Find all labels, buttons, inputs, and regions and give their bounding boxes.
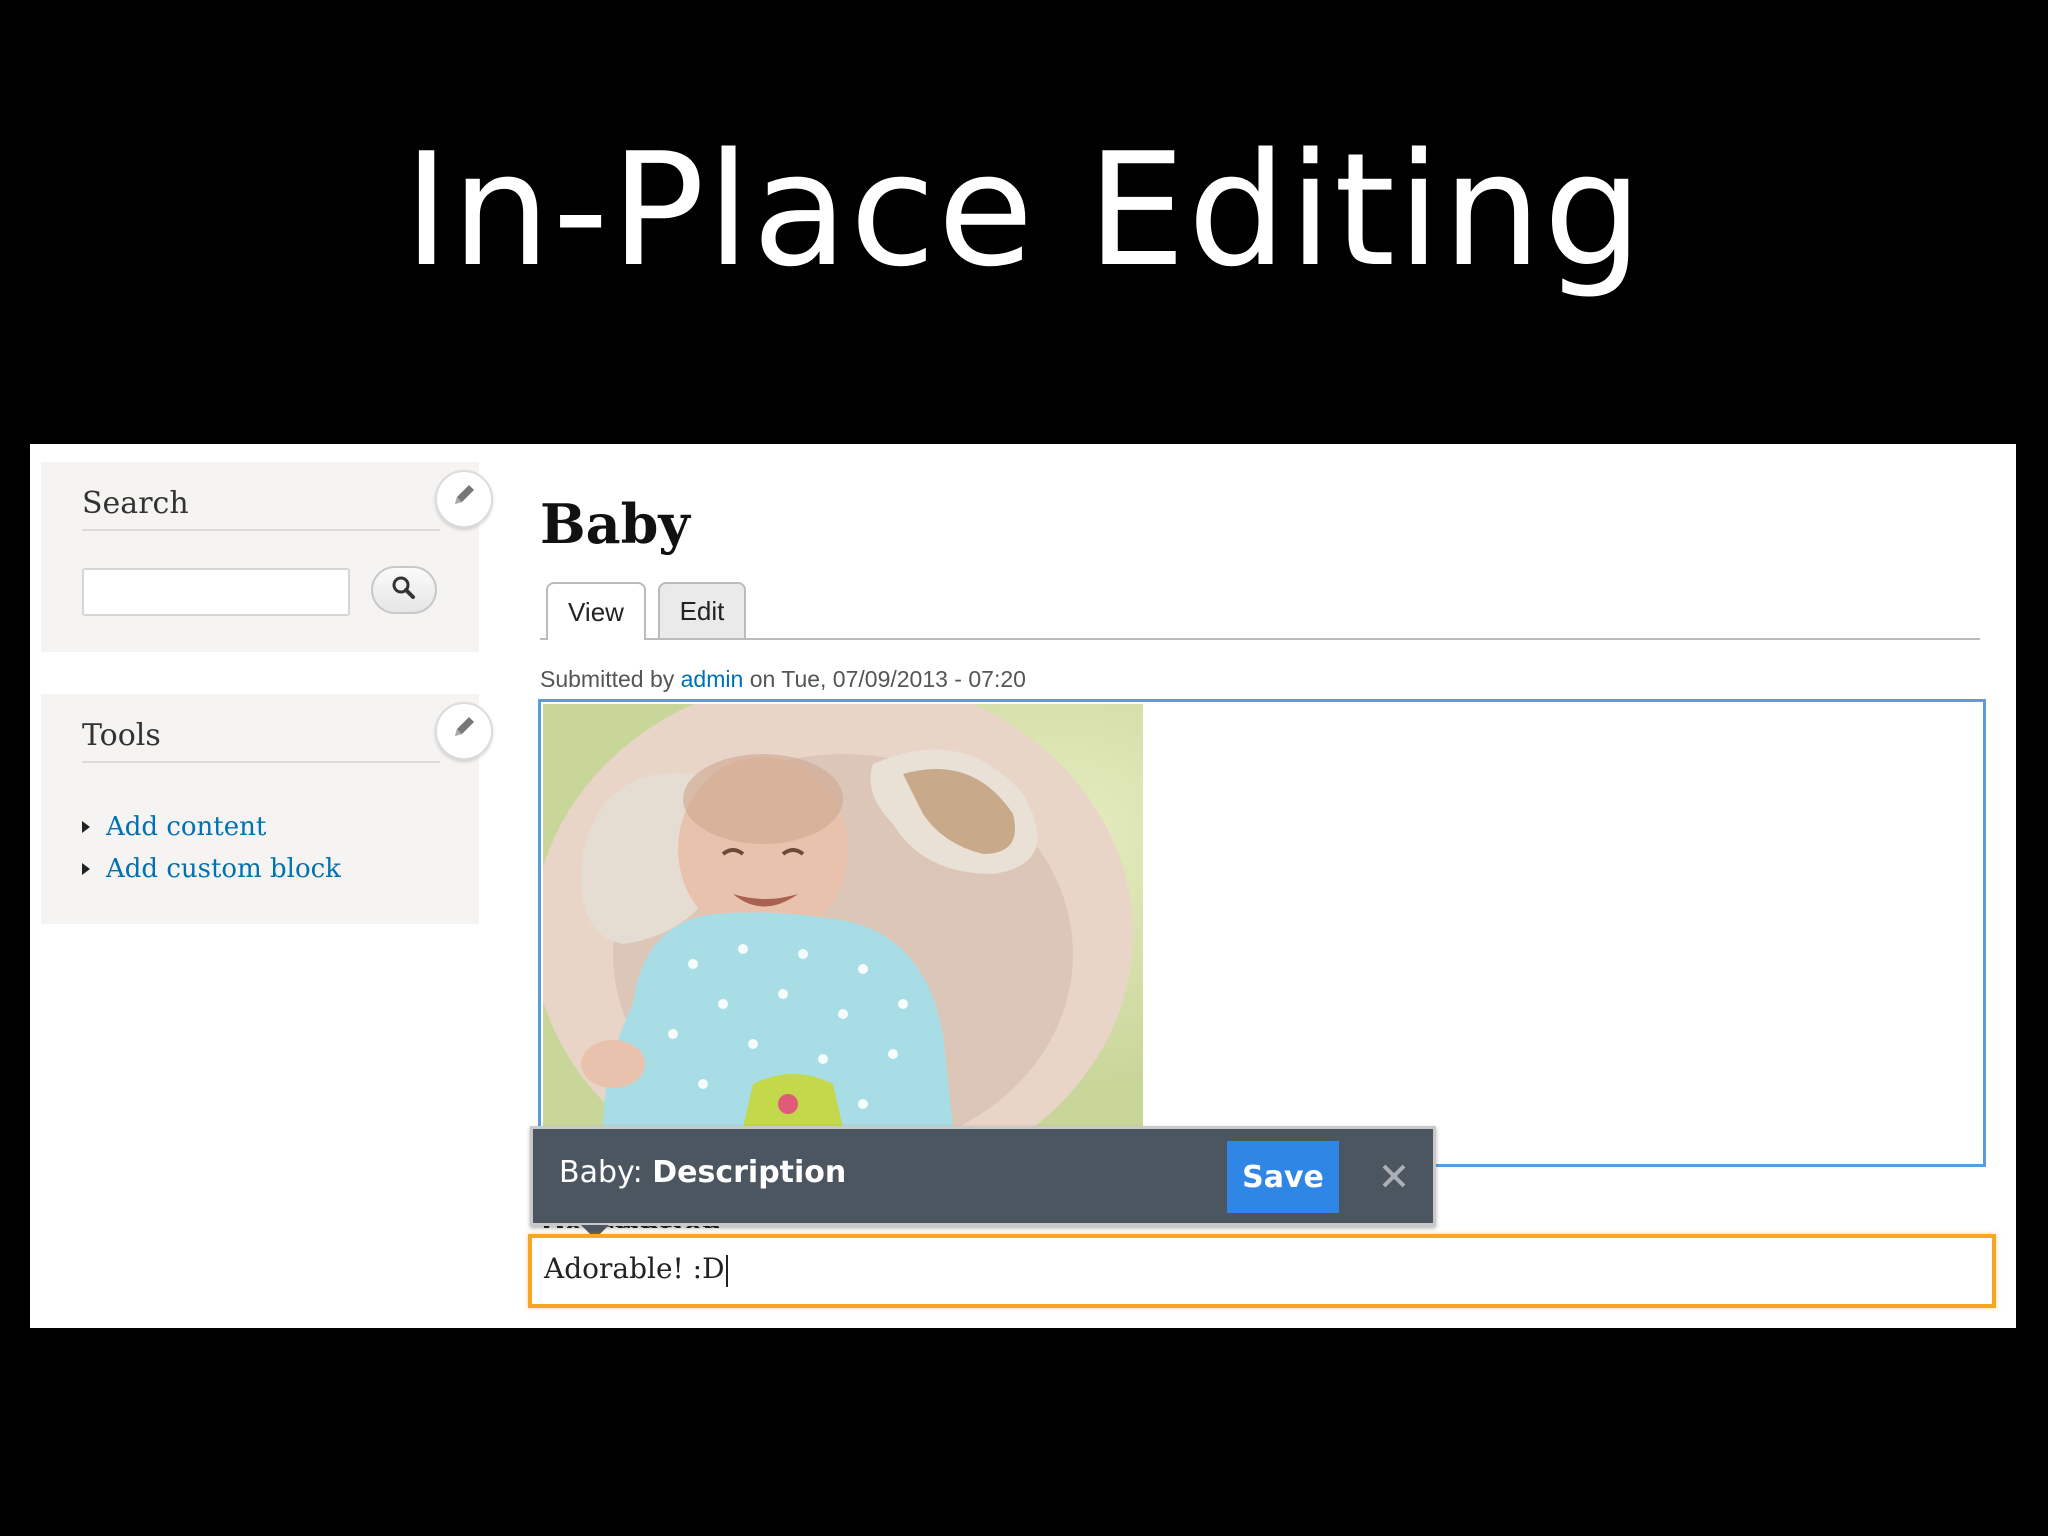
submitted-prefix: Submitted by <box>540 666 675 692</box>
tools-item-label[interactable]: Add custom block <box>106 848 341 890</box>
baby-photo <box>543 704 1143 1128</box>
page-title: Baby <box>540 492 690 556</box>
save-button[interactable]: Save <box>1227 1141 1339 1213</box>
close-button[interactable] <box>1369 1149 1419 1205</box>
tools-block-edit-button[interactable] <box>435 702 493 760</box>
search-block-title: Search <box>82 486 440 531</box>
bullet-triangle-icon <box>82 821 90 833</box>
search-button[interactable] <box>371 566 437 614</box>
tools-list: Add content Add custom block <box>82 806 341 890</box>
drupal-page-screenshot: Search Tools Add content Add custom bloc… <box>30 444 2016 1328</box>
submitted-date: on Tue, 07/09/2013 - 07:20 <box>749 666 1026 692</box>
pencil-icon <box>449 712 479 750</box>
search-block: Search <box>41 462 493 652</box>
tabs: View Edit <box>540 582 1980 640</box>
tools-item-add-content[interactable]: Add content <box>82 806 341 848</box>
search-icon <box>391 575 417 605</box>
description-editor[interactable]: Adorable! :D <box>528 1234 1996 1308</box>
toolbar-label: Baby: Description <box>559 1155 846 1190</box>
close-icon <box>1380 1154 1408 1200</box>
submitted-info: Submitted by admin on Tue, 07/09/2013 - … <box>540 666 1026 693</box>
toolbar-field-label: Description <box>652 1155 847 1190</box>
tools-block: Tools Add content Add custom block <box>41 694 493 924</box>
slide-title: In-Place Editing <box>403 119 1645 301</box>
tab-view[interactable]: View <box>546 582 646 640</box>
tools-block-title: Tools <box>82 718 440 763</box>
in-place-edit-toolbar: Baby: Description Save <box>530 1126 1436 1239</box>
toolbar-entity-label: Baby: <box>559 1155 643 1190</box>
text-caret <box>725 1254 728 1287</box>
description-text[interactable]: Adorable! :D <box>544 1252 728 1287</box>
tools-item-add-custom-block[interactable]: Add custom block <box>82 848 341 890</box>
search-input[interactable] <box>82 568 350 616</box>
description-value[interactable]: Adorable! :D <box>544 1252 725 1285</box>
search-block-edit-button[interactable] <box>435 470 493 528</box>
author-link[interactable]: admin <box>681 666 744 692</box>
image-field[interactable] <box>538 699 1986 1167</box>
tools-item-label[interactable]: Add content <box>106 806 266 848</box>
bullet-triangle-icon <box>82 863 90 875</box>
pencil-icon <box>449 480 479 518</box>
tab-edit[interactable]: Edit <box>658 582 746 638</box>
